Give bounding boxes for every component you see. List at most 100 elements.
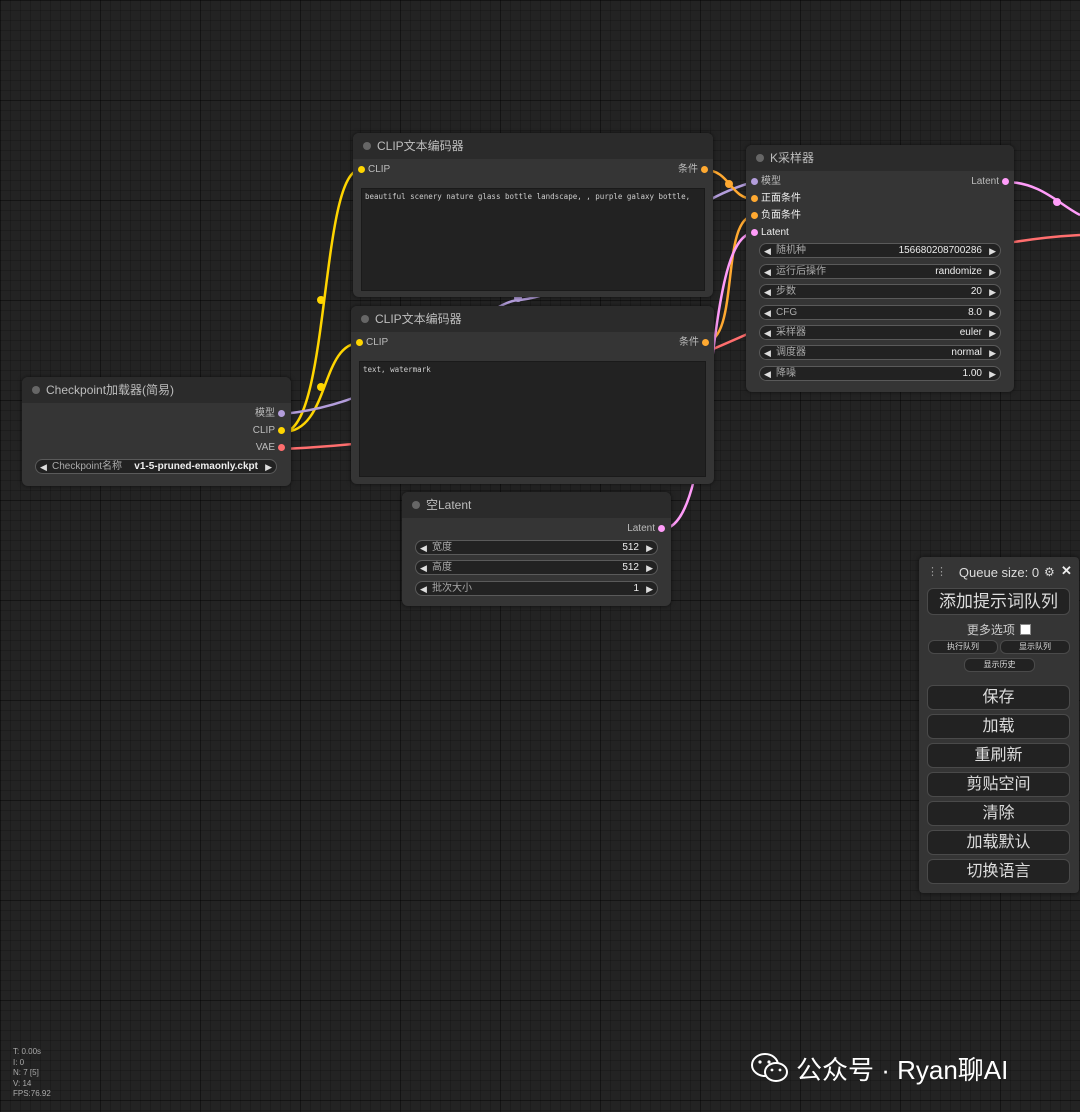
queue-panel: ⋮⋮ Queue size: 0 ⚙ ✕ 添加提示词队列 更多选项 执行队列 显… — [919, 557, 1079, 893]
output-slot-latent[interactable]: Latent — [585, 521, 665, 537]
input-slot-positive[interactable]: 正面条件 — [751, 191, 831, 207]
slot-dot-icon[interactable] — [701, 166, 708, 173]
decrement-arrow-icon[interactable]: ◀ — [40, 460, 47, 474]
widget-label: 高度 — [432, 562, 452, 573]
increment-arrow-icon[interactable]: ▶ — [989, 265, 996, 279]
slot-dot-icon[interactable] — [658, 525, 665, 532]
output-slot-latent[interactable]: Latent — [929, 174, 1009, 190]
collapse-dot-icon[interactable] — [363, 142, 371, 150]
increment-arrow-icon[interactable]: ▶ — [989, 306, 996, 320]
output-slot-clip[interactable]: CLIP — [205, 423, 285, 439]
decrement-arrow-icon[interactable]: ◀ — [764, 367, 771, 381]
close-icon[interactable]: ✕ — [1061, 563, 1072, 579]
output-slot-vae[interactable]: VAE — [205, 440, 285, 456]
batch-size-widget[interactable]: ◀ 批次大小 1 ▶ — [415, 581, 658, 596]
clip-text-encode-negative-node[interactable]: CLIP文本编码器 CLIP 条件 text, watermark — [351, 306, 714, 484]
gear-icon[interactable]: ⚙ — [1044, 565, 1055, 579]
decrement-arrow-icon[interactable]: ◀ — [420, 561, 427, 575]
decrement-arrow-icon[interactable]: ◀ — [420, 541, 427, 555]
node-title-bar[interactable]: CLIP文本编码器 — [353, 133, 713, 159]
denoise-widget[interactable]: ◀ 降噪 1.00 ▶ — [759, 366, 1001, 381]
collapse-dot-icon[interactable] — [412, 501, 420, 509]
cfg-widget[interactable]: ◀ CFG 8.0 ▶ — [759, 305, 1001, 320]
widget-label: 宽度 — [432, 542, 452, 553]
control-after-generate-widget[interactable]: ◀ 运行后操作 randomize ▶ — [759, 264, 1001, 279]
increment-arrow-icon[interactable]: ▶ — [989, 367, 996, 381]
clip-text-encode-positive-node[interactable]: CLIP文本编码器 CLIP 条件 beautiful scenery natu… — [353, 133, 713, 297]
decrement-arrow-icon[interactable]: ◀ — [764, 244, 771, 258]
prompt-textarea[interactable]: text, watermark — [359, 361, 706, 477]
refresh-button[interactable]: 重刷新 — [927, 743, 1070, 768]
decrement-arrow-icon[interactable]: ◀ — [764, 326, 771, 340]
save-button[interactable]: 保存 — [927, 685, 1070, 710]
input-slot-clip[interactable]: CLIP — [356, 335, 436, 351]
collapse-dot-icon[interactable] — [32, 386, 40, 394]
more-options-checkbox[interactable] — [1020, 624, 1032, 635]
increment-arrow-icon[interactable]: ▶ — [265, 460, 272, 474]
increment-arrow-icon[interactable]: ▶ — [989, 285, 996, 299]
slot-dot-icon[interactable] — [751, 178, 758, 185]
slot-dot-icon[interactable] — [751, 212, 758, 219]
seed-widget[interactable]: ◀ 随机种 156680208700286 ▶ — [759, 243, 1001, 258]
slot-dot-icon[interactable] — [356, 339, 363, 346]
slot-dot-icon[interactable] — [278, 444, 285, 451]
switch-language-button[interactable]: 切换语言 — [927, 859, 1070, 884]
empty-latent-node[interactable]: 空Latent Latent ◀ 宽度 512 ▶ ◀ 高度 512 ▶ ◀ 批… — [402, 492, 671, 606]
width-widget[interactable]: ◀ 宽度 512 ▶ — [415, 540, 658, 555]
prompt-textarea[interactable]: beautiful scenery nature glass bottle la… — [361, 188, 705, 291]
increment-arrow-icon[interactable]: ▶ — [989, 326, 996, 340]
increment-arrow-icon[interactable]: ▶ — [646, 561, 653, 575]
widget-label: 降噪 — [776, 368, 796, 379]
slot-label: 正面条件 — [761, 193, 801, 204]
clear-button[interactable]: 清除 — [927, 801, 1070, 826]
load-button[interactable]: 加载 — [927, 714, 1070, 739]
input-slot-latent[interactable]: Latent — [751, 225, 831, 241]
node-title-bar[interactable]: CLIP文本编码器 — [351, 306, 714, 332]
slot-dot-icon[interactable] — [278, 427, 285, 434]
output-slot-conditioning[interactable]: 条件 — [629, 335, 709, 351]
view-queue-button[interactable]: 执行队列 — [928, 640, 998, 654]
slot-dot-icon[interactable] — [751, 195, 758, 202]
output-slot-conditioning[interactable]: 条件 — [628, 162, 708, 178]
decrement-arrow-icon[interactable]: ◀ — [764, 265, 771, 279]
slot-dot-icon[interactable] — [278, 410, 285, 417]
view-history-button[interactable]: 显示历史 — [964, 658, 1035, 672]
increment-arrow-icon[interactable]: ▶ — [989, 244, 996, 258]
load-default-button[interactable]: 加载默认 — [927, 830, 1070, 855]
height-widget[interactable]: ◀ 高度 512 ▶ — [415, 560, 658, 575]
ckpt-name-widget[interactable]: ◀ Checkpoint名称 v1-5-pruned-emaonly.ckpt … — [35, 459, 277, 474]
widget-label: 调度器 — [776, 347, 806, 358]
increment-arrow-icon[interactable]: ▶ — [646, 582, 653, 596]
decrement-arrow-icon[interactable]: ◀ — [420, 582, 427, 596]
add-prompt-queue-button[interactable]: 添加提示词队列 — [927, 588, 1070, 615]
input-slot-model[interactable]: 模型 — [751, 174, 831, 190]
slot-dot-icon[interactable] — [702, 339, 709, 346]
node-title-bar[interactable]: K采样器 — [746, 145, 1014, 171]
increment-arrow-icon[interactable]: ▶ — [646, 541, 653, 555]
node-title-bar[interactable]: Checkpoint加载器(简易) — [22, 377, 291, 403]
decrement-arrow-icon[interactable]: ◀ — [764, 346, 771, 360]
node-title-bar[interactable]: 空Latent — [402, 492, 671, 518]
slot-dot-icon[interactable] — [358, 166, 365, 173]
slot-dot-icon[interactable] — [751, 229, 758, 236]
clipspace-button[interactable]: 剪贴空间 — [927, 772, 1070, 797]
slot-dot-icon[interactable] — [1002, 178, 1009, 185]
scheduler-widget[interactable]: ◀ 调度器 normal ▶ — [759, 345, 1001, 360]
decrement-arrow-icon[interactable]: ◀ — [764, 306, 771, 320]
node-title: CLIP文本编码器 — [377, 139, 464, 153]
show-queue-button[interactable]: 显示队列 — [1000, 640, 1070, 654]
collapse-dot-icon[interactable] — [361, 315, 369, 323]
increment-arrow-icon[interactable]: ▶ — [989, 346, 996, 360]
collapse-dot-icon[interactable] — [756, 154, 764, 162]
node-graph-canvas[interactable]: Checkpoint加载器(简易) 模型 CLIP VAE ◀ Checkpoi… — [0, 0, 1080, 1112]
ksampler-node[interactable]: K采样器 模型 正面条件 负面条件 Latent Latent ◀ 随机种 15… — [746, 145, 1014, 392]
widget-value: 8.0 — [968, 307, 982, 318]
input-slot-negative[interactable]: 负面条件 — [751, 208, 831, 224]
output-slot-model[interactable]: 模型 — [205, 406, 285, 422]
input-slot-clip[interactable]: CLIP — [358, 162, 438, 178]
checkpoint-loader-node[interactable]: Checkpoint加载器(简易) 模型 CLIP VAE ◀ Checkpoi… — [22, 377, 291, 486]
steps-widget[interactable]: ◀ 步数 20 ▶ — [759, 284, 1001, 299]
wire-latent-out — [1005, 180, 1080, 217]
decrement-arrow-icon[interactable]: ◀ — [764, 285, 771, 299]
sampler-widget[interactable]: ◀ 采样器 euler ▶ — [759, 325, 1001, 340]
